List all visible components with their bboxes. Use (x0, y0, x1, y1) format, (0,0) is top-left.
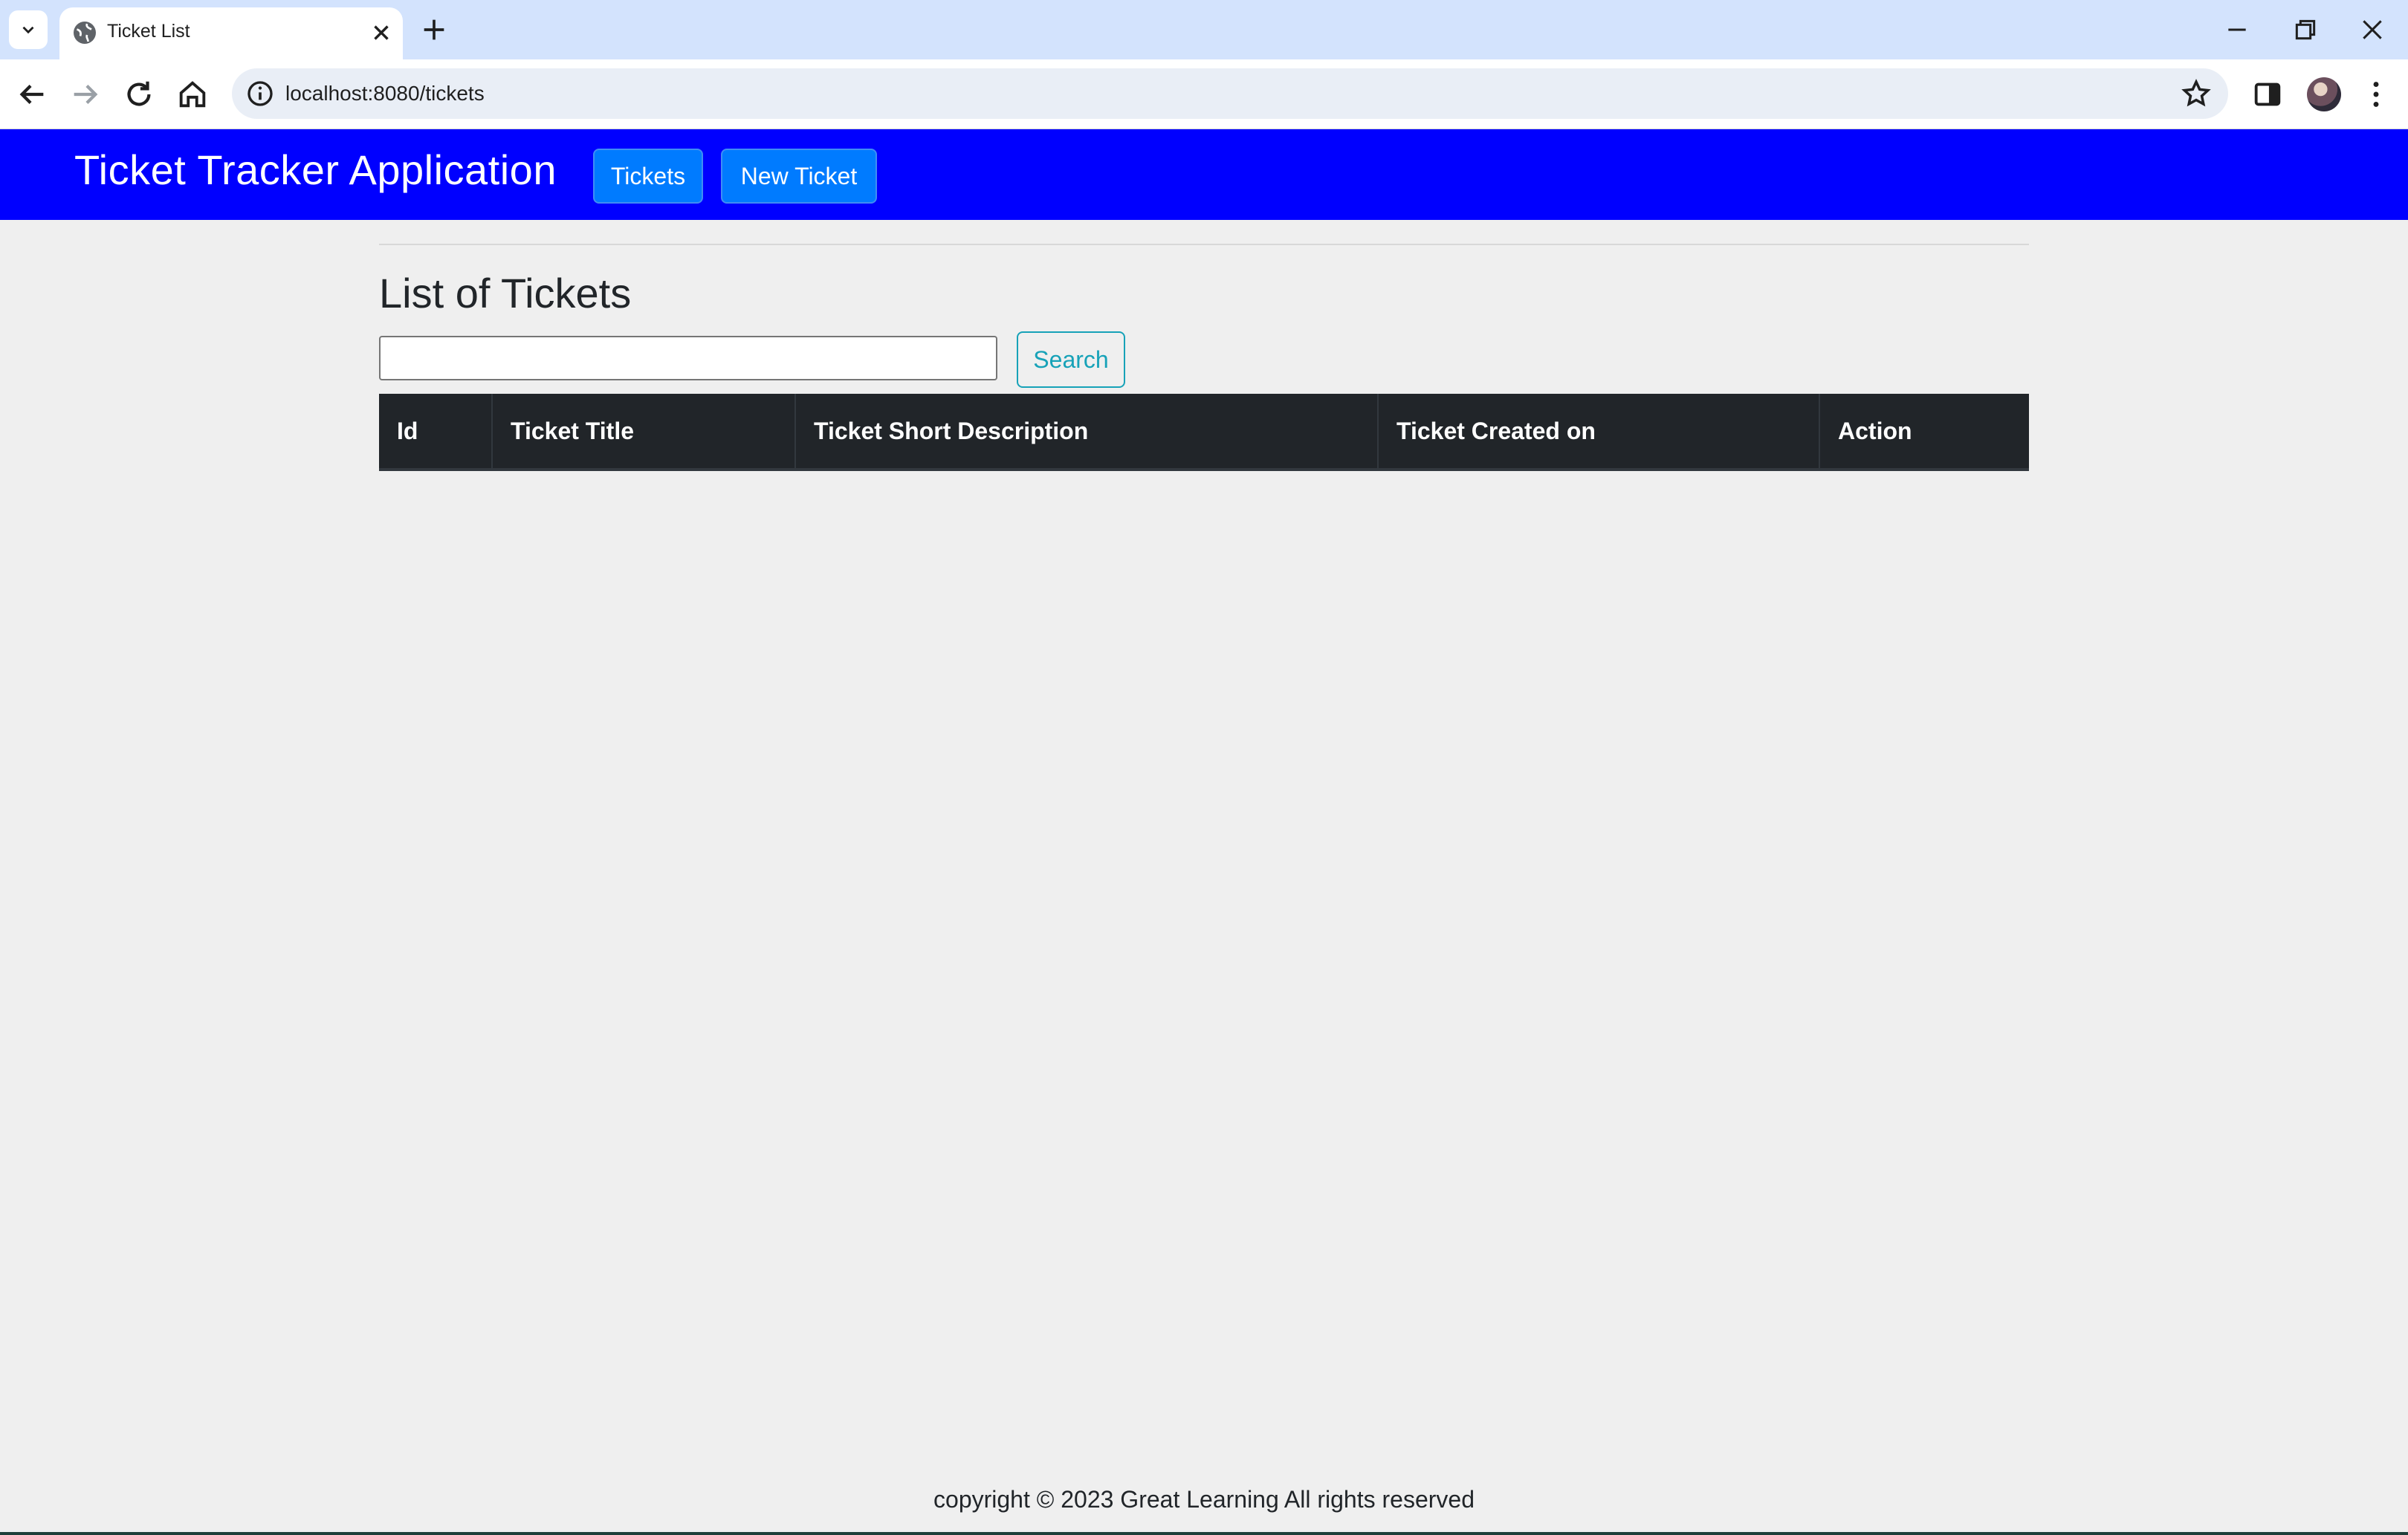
tickets-nav-button[interactable]: Tickets (593, 149, 703, 204)
page-title: List of Tickets (379, 270, 632, 317)
app-navbar: Ticket Tracker Application Tickets New T… (0, 129, 2408, 220)
search-button[interactable]: Search (1017, 331, 1125, 388)
restore-icon[interactable] (2291, 15, 2320, 45)
column-header-id: Id (379, 394, 493, 471)
globe-icon (74, 22, 96, 44)
browser-tab-active[interactable]: Ticket List (59, 7, 403, 59)
back-arrow-icon[interactable] (15, 77, 49, 111)
search-input[interactable] (379, 336, 997, 380)
site-info-icon[interactable] (245, 79, 275, 108)
tab-search-button[interactable] (9, 10, 48, 49)
content-divider (379, 244, 2029, 245)
column-header-created-on: Ticket Created on (1378, 394, 1820, 471)
address-url[interactable]: localhost:8080/tickets (285, 82, 485, 106)
reload-icon[interactable] (122, 77, 156, 111)
column-header-action: Action (1819, 394, 2029, 471)
column-header-description: Ticket Short Description (795, 394, 1379, 471)
side-panel-icon[interactable] (2250, 77, 2285, 111)
browser-toolbar: localhost:8080/tickets (0, 59, 2408, 129)
chevron-down-icon (22, 26, 34, 34)
bookmark-star-icon[interactable] (2181, 78, 2212, 109)
column-header-title: Ticket Title (492, 394, 796, 471)
footer-copyright: copyright © 2023 Great Learning All righ… (933, 1486, 1475, 1513)
kebab-menu-icon[interactable] (2359, 77, 2393, 111)
close-tab-icon[interactable] (369, 20, 394, 45)
browser-tabstrip: Ticket List (0, 0, 2408, 59)
window-bottom-edge (0, 1532, 2408, 1535)
app-brand[interactable]: Ticket Tracker Application (74, 146, 557, 194)
tickets-table: Id Ticket Title Ticket Short Description… (379, 394, 2029, 471)
new-ticket-nav-button[interactable]: New Ticket (721, 149, 877, 204)
minimize-icon[interactable] (2222, 15, 2252, 45)
new-tab-icon[interactable] (419, 15, 449, 45)
home-icon[interactable] (175, 77, 210, 111)
profile-avatar[interactable] (2307, 77, 2341, 111)
address-bar[interactable]: localhost:8080/tickets (232, 68, 2228, 119)
tab-title: Ticket List (107, 21, 190, 42)
close-window-icon[interactable] (2357, 15, 2387, 45)
forward-arrow-icon[interactable] (68, 77, 103, 111)
table-header-row: Id Ticket Title Ticket Short Description… (379, 394, 2029, 471)
